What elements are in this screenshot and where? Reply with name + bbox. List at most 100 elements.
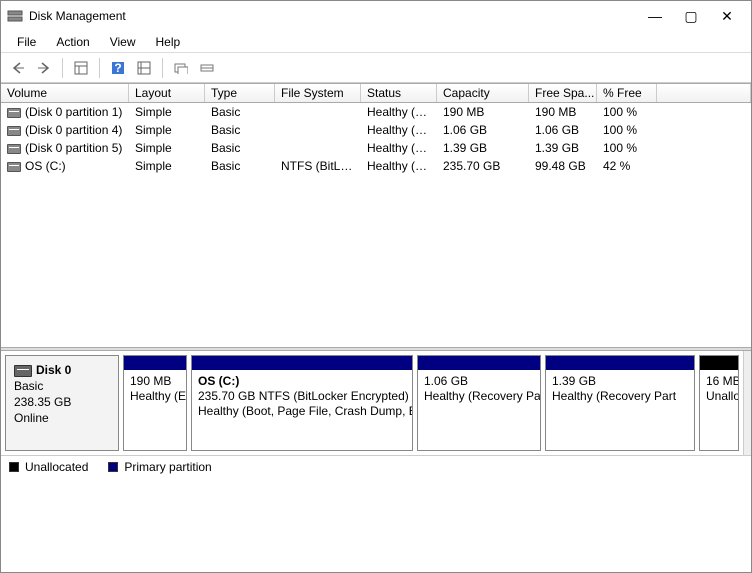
- volume-type: Basic: [205, 122, 275, 138]
- partition-status: Unalloc: [706, 389, 732, 404]
- volume-capacity: 190 MB: [437, 104, 529, 120]
- menu-view[interactable]: View: [100, 33, 146, 51]
- drive-icon: [7, 144, 21, 154]
- partition-bar: [700, 356, 738, 370]
- volume-type: Basic: [205, 158, 275, 174]
- drive-icon: [7, 108, 21, 118]
- col-spacer: [657, 84, 751, 102]
- partition-status: Healthy (Boot, Page File, Crash Dump, Ba: [198, 404, 406, 419]
- disk-type: Basic: [14, 378, 110, 394]
- col-volume[interactable]: Volume: [1, 84, 129, 102]
- volume-fs: [275, 111, 361, 113]
- disk-row[interactable]: Disk 0 Basic 238.35 GB Online 190 MBHeal…: [5, 355, 739, 451]
- volume-free: 99.48 GB: [529, 158, 597, 174]
- legend: Unallocated Primary partition: [1, 455, 751, 477]
- back-button[interactable]: [7, 57, 29, 79]
- col-capacity[interactable]: Capacity: [437, 84, 529, 102]
- col-type[interactable]: Type: [205, 84, 275, 102]
- menubar: File Action View Help: [1, 31, 751, 53]
- disk-size: 238.35 GB: [14, 394, 110, 410]
- partition-size: 16 MB: [706, 374, 732, 389]
- help-icon[interactable]: ?: [107, 57, 129, 79]
- volume-free: 1.06 GB: [529, 122, 597, 138]
- volume-layout: Simple: [129, 104, 205, 120]
- col-free[interactable]: Free Spa...: [529, 84, 597, 102]
- volume-layout: Simple: [129, 158, 205, 174]
- toolbar: ?: [1, 53, 751, 83]
- volume-row[interactable]: OS (C:) SimpleBasicNTFS (BitLo...Healthy …: [1, 157, 751, 175]
- volume-type: Basic: [205, 104, 275, 120]
- toolbar-view-icon[interactable]: [70, 57, 92, 79]
- volume-pct: 100 %: [597, 122, 657, 138]
- partition-size: 235.70 GB NTFS (BitLocker Encrypted): [198, 389, 406, 404]
- partition-size: 190 MB: [130, 374, 180, 389]
- legend-label-primary: Primary partition: [124, 460, 211, 474]
- disk-name: Disk 0: [36, 363, 71, 377]
- partition[interactable]: 1.39 GBHealthy (Recovery Part: [545, 355, 695, 451]
- volume-name: (Disk 0 partition 5): [25, 141, 122, 155]
- scrollbar-track[interactable]: [743, 351, 751, 455]
- disk-label[interactable]: Disk 0 Basic 238.35 GB Online: [5, 355, 119, 451]
- volume-layout: Simple: [129, 122, 205, 138]
- col-percent[interactable]: % Free: [597, 84, 657, 102]
- toolbar-icon-b[interactable]: [196, 57, 218, 79]
- settings-icon[interactable]: [133, 57, 155, 79]
- menu-action[interactable]: Action: [46, 33, 99, 51]
- partition-bar: [418, 356, 540, 370]
- volume-free: 190 MB: [529, 104, 597, 120]
- partition[interactable]: 1.06 GBHealthy (Recovery Pa: [417, 355, 541, 451]
- volume-row[interactable]: (Disk 0 partition 1)SimpleBasicHealthy (…: [1, 103, 751, 121]
- partition-bar: [192, 356, 412, 370]
- partition-status: Healthy (Recovery Part: [552, 389, 688, 404]
- volume-row[interactable]: (Disk 0 partition 5) SimpleBasic Healthy (…: [1, 139, 751, 157]
- disk-icon: [14, 365, 32, 377]
- col-filesystem[interactable]: File System: [275, 84, 361, 102]
- volume-name: (Disk 0 partition 4): [25, 123, 122, 137]
- volume-row[interactable]: (Disk 0 partition 4) SimpleBasic Healthy (…: [1, 121, 751, 139]
- forward-button[interactable]: [33, 57, 55, 79]
- partition-title: OS (C:): [198, 374, 406, 389]
- titlebar: Disk Management — ▢ ✕: [1, 1, 751, 31]
- volume-free: 1.39 GB: [529, 140, 597, 156]
- partition[interactable]: 16 MBUnalloc: [699, 355, 739, 451]
- volume-capacity: 235.70 GB: [437, 158, 529, 174]
- partition-status: Healthy (EFI Sys: [130, 389, 180, 404]
- window-title: Disk Management: [29, 9, 637, 23]
- disk-graphical-view: Disk 0 Basic 238.35 GB Online 190 MBHeal…: [1, 351, 743, 455]
- volume-list[interactable]: (Disk 0 partition 1)SimpleBasicHealthy (…: [1, 103, 751, 347]
- volume-capacity: 1.06 GB: [437, 122, 529, 138]
- partition[interactable]: OS (C:)235.70 GB NTFS (BitLocker Encrypt…: [191, 355, 413, 451]
- drive-icon: [7, 162, 21, 172]
- volume-layout: Simple: [129, 140, 205, 156]
- legend-swatch-primary: [108, 462, 118, 472]
- menu-file[interactable]: File: [7, 33, 46, 51]
- col-status[interactable]: Status: [361, 84, 437, 102]
- partition-status: Healthy (Recovery Pa: [424, 389, 534, 404]
- drive-icon: [7, 126, 21, 136]
- partition[interactable]: 190 MBHealthy (EFI Sys: [123, 355, 187, 451]
- partition-bar: [546, 356, 694, 370]
- partition-bar: [124, 356, 186, 370]
- volume-status: Healthy (R...: [361, 140, 437, 156]
- volume-capacity: 1.39 GB: [437, 140, 529, 156]
- volume-pct: 100 %: [597, 104, 657, 120]
- svg-text:?: ?: [114, 61, 121, 75]
- toolbar-icon-a[interactable]: [170, 57, 192, 79]
- app-icon: [7, 8, 23, 24]
- maximize-button[interactable]: ▢: [673, 2, 709, 30]
- volume-pct: 42 %: [597, 158, 657, 174]
- minimize-button[interactable]: —: [637, 2, 673, 30]
- volume-status: Healthy (R...: [361, 122, 437, 138]
- volume-name: (Disk 0 partition 1): [25, 105, 122, 119]
- legend-label-unallocated: Unallocated: [25, 460, 88, 474]
- volume-status: Healthy (B...: [361, 158, 437, 174]
- volume-type: Basic: [205, 140, 275, 156]
- volume-name: OS (C:): [25, 159, 66, 173]
- close-button[interactable]: ✕: [709, 2, 745, 30]
- volume-fs: NTFS (BitLo...: [275, 158, 361, 174]
- disk-state: Online: [14, 410, 110, 426]
- partition-size: 1.39 GB: [552, 374, 688, 389]
- menu-help[interactable]: Help: [146, 33, 191, 51]
- col-layout[interactable]: Layout: [129, 84, 205, 102]
- volume-pct: 100 %: [597, 140, 657, 156]
